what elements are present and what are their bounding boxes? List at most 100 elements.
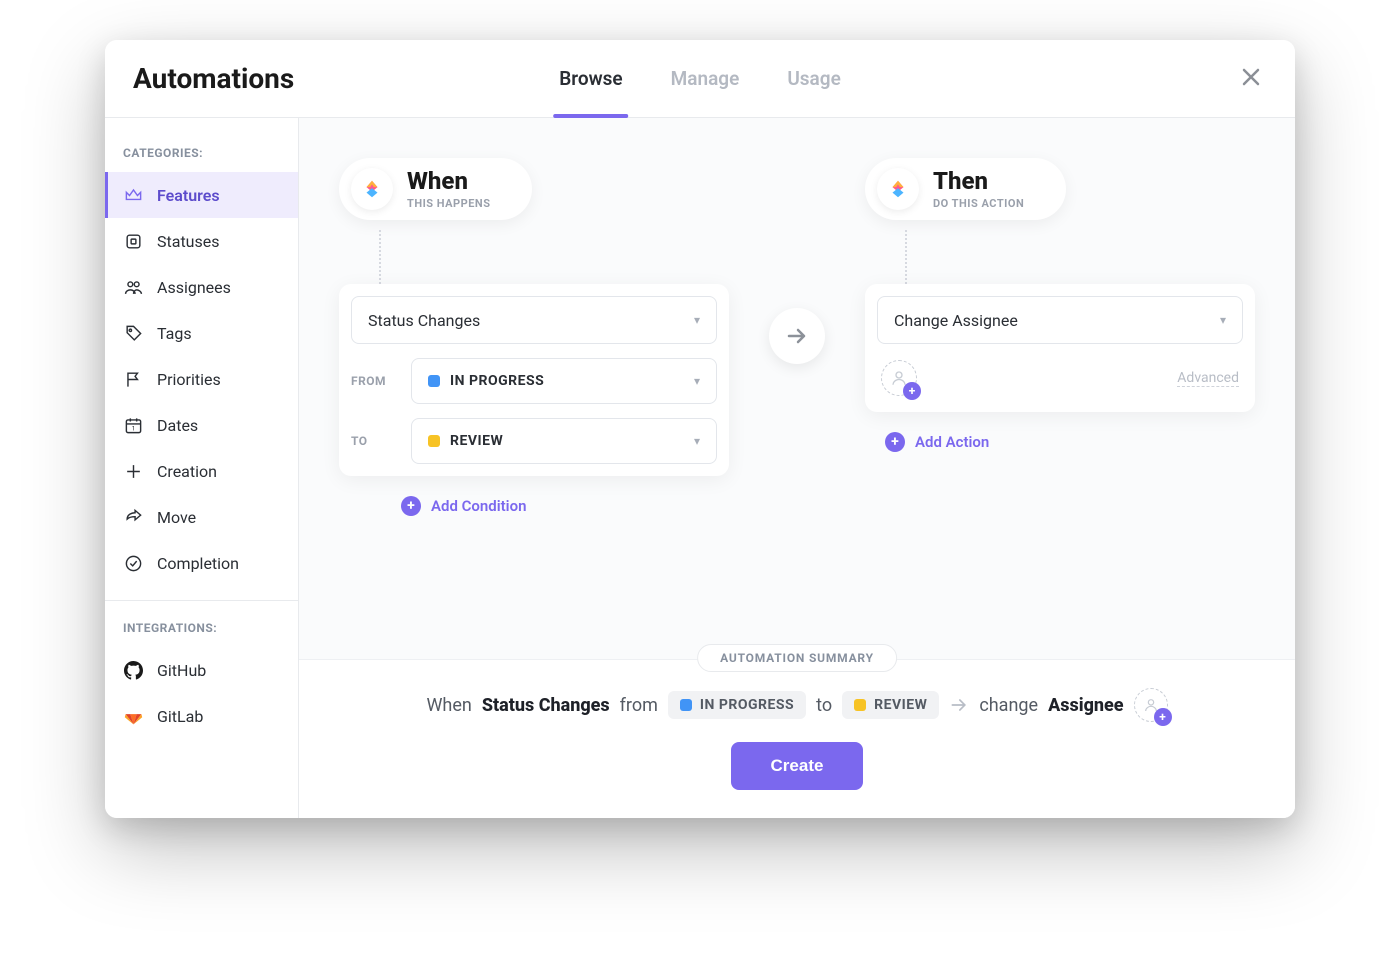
summary-from-word: from bbox=[620, 695, 658, 716]
categories-heading: CATEGORIES: bbox=[105, 136, 298, 172]
share-icon bbox=[123, 507, 143, 527]
summary-from-chip: IN PROGRESS bbox=[668, 691, 806, 719]
sidebar-item-label: Completion bbox=[157, 554, 239, 573]
sidebar-item-tags[interactable]: Tags bbox=[105, 310, 298, 356]
from-status-name: IN PROGRESS bbox=[450, 373, 544, 389]
status-dot bbox=[428, 435, 440, 447]
summary-sentence: When Status Changes from IN PROGRESS to … bbox=[329, 688, 1265, 722]
action-select[interactable]: Change Assignee ▾ bbox=[877, 296, 1243, 344]
plus-circle-icon: + bbox=[885, 432, 905, 452]
summary-heading: AUTOMATION SUMMARY bbox=[697, 644, 897, 672]
sidebar-item-label: Priorities bbox=[157, 370, 221, 389]
close-button[interactable] bbox=[1235, 61, 1267, 97]
summary-footer: AUTOMATION SUMMARY When Status Changes f… bbox=[299, 659, 1295, 818]
sidebar-item-label: Tags bbox=[157, 324, 192, 343]
from-status-chip: IN PROGRESS bbox=[428, 373, 544, 389]
tab-usage[interactable]: Usage bbox=[787, 40, 840, 117]
create-button[interactable]: Create bbox=[731, 742, 864, 790]
builder-area: When THIS HAPPENS Status Changes ▾ FROM bbox=[299, 118, 1295, 659]
then-title: Then bbox=[933, 169, 1024, 193]
add-action-label: Add Action bbox=[915, 433, 989, 451]
summary-from-name: IN PROGRESS bbox=[700, 697, 794, 713]
to-status-name: REVIEW bbox=[450, 433, 503, 449]
add-action-button[interactable]: + Add Action bbox=[885, 432, 989, 452]
plus-badge-icon: + bbox=[903, 382, 921, 400]
calendar-icon: 1 bbox=[123, 415, 143, 435]
assignee-row: + Advanced bbox=[877, 360, 1243, 400]
sidebar: CATEGORIES: Features Statuses Assignees … bbox=[105, 118, 299, 818]
sidebar-item-label: Dates bbox=[157, 416, 198, 435]
summary-when-word: When bbox=[426, 695, 471, 716]
sidebar-item-label: GitLab bbox=[157, 707, 203, 726]
status-dot bbox=[854, 699, 866, 711]
plus-circle-icon: + bbox=[401, 496, 421, 516]
tab-browse[interactable]: Browse bbox=[559, 40, 622, 117]
sidebar-item-priorities[interactable]: Priorities bbox=[105, 356, 298, 402]
sidebar-item-creation[interactable]: Creation bbox=[105, 448, 298, 494]
close-icon bbox=[1241, 67, 1261, 87]
sidebar-divider bbox=[105, 600, 298, 601]
sidebar-item-assignees[interactable]: Assignees bbox=[105, 264, 298, 310]
from-label: FROM bbox=[351, 374, 399, 388]
flow-arrow bbox=[769, 308, 825, 364]
people-icon bbox=[123, 277, 143, 297]
then-column: Then DO THIS ACTION Change Assignee ▾ bbox=[865, 158, 1255, 452]
summary-trigger augger: Status Changes bbox=[482, 695, 610, 716]
sidebar-item-label: Assignees bbox=[157, 278, 231, 297]
when-title: When bbox=[407, 169, 490, 193]
sidebar-item-completion[interactable]: Completion bbox=[105, 540, 298, 586]
add-assignee-button[interactable]: + bbox=[881, 360, 917, 396]
sidebar-item-features[interactable]: Features bbox=[105, 172, 298, 218]
chevron-down-icon: ▾ bbox=[694, 313, 700, 327]
svg-text:1: 1 bbox=[131, 424, 135, 432]
arrow-right-icon bbox=[785, 324, 809, 348]
sidebar-item-statuses[interactable]: Statuses bbox=[105, 218, 298, 264]
from-status-select[interactable]: IN PROGRESS ▾ bbox=[411, 358, 717, 404]
chevron-down-icon: ▾ bbox=[694, 434, 700, 448]
add-condition-button[interactable]: + Add Condition bbox=[401, 496, 526, 516]
sidebar-item-label: Creation bbox=[157, 462, 217, 481]
gitlab-icon bbox=[123, 706, 143, 726]
when-column: When THIS HAPPENS Status Changes ▾ FROM bbox=[339, 158, 729, 516]
square-icon bbox=[123, 231, 143, 251]
github-icon bbox=[123, 660, 143, 680]
sidebar-item-label: Features bbox=[157, 186, 220, 205]
automations-modal: Automations Browse Manage Usage CATEGORI… bbox=[105, 40, 1295, 818]
action-value: Change Assignee bbox=[894, 311, 1018, 330]
modal-body: CATEGORIES: Features Statuses Assignees … bbox=[105, 118, 1295, 818]
summary-assignee-placeholder[interactable]: + bbox=[1134, 688, 1168, 722]
connector-line bbox=[379, 230, 381, 284]
flag-icon bbox=[123, 369, 143, 389]
sidebar-item-dates[interactable]: 1 Dates bbox=[105, 402, 298, 448]
then-header: Then DO THIS ACTION bbox=[865, 158, 1066, 220]
when-subtitle: THIS HAPPENS bbox=[407, 197, 490, 210]
arrow-right-icon bbox=[949, 695, 969, 715]
crown-icon bbox=[123, 185, 143, 205]
to-label: TO bbox=[351, 434, 399, 448]
plus-icon bbox=[123, 461, 143, 481]
summary-change-word: change bbox=[979, 695, 1038, 716]
advanced-link[interactable]: Advanced bbox=[1177, 370, 1239, 387]
page-title: Automations bbox=[105, 62, 294, 95]
check-circle-icon bbox=[123, 553, 143, 573]
brand-logo-icon bbox=[877, 168, 919, 210]
trigger-select[interactable]: Status Changes ▾ bbox=[351, 296, 717, 344]
summary-to-word: to bbox=[816, 695, 832, 716]
chevron-down-icon: ▾ bbox=[1220, 313, 1226, 327]
builder-canvas: When THIS HAPPENS Status Changes ▾ FROM bbox=[299, 118, 1295, 818]
tag-icon bbox=[123, 323, 143, 343]
chevron-down-icon: ▾ bbox=[694, 374, 700, 388]
sidebar-item-label: GitHub bbox=[157, 661, 206, 680]
to-status-select[interactable]: REVIEW ▾ bbox=[411, 418, 717, 464]
status-dot bbox=[680, 699, 692, 711]
status-dot bbox=[428, 375, 440, 387]
sidebar-item-label: Statuses bbox=[157, 232, 220, 251]
summary-to-chip: REVIEW bbox=[842, 691, 939, 719]
sidebar-item-github[interactable]: GitHub bbox=[105, 647, 298, 693]
to-row: TO REVIEW ▾ bbox=[351, 418, 717, 464]
sidebar-item-move[interactable]: Move bbox=[105, 494, 298, 540]
tab-manage[interactable]: Manage bbox=[671, 40, 740, 117]
sidebar-item-gitlab[interactable]: GitLab bbox=[105, 693, 298, 739]
modal-header: Automations Browse Manage Usage bbox=[105, 40, 1295, 118]
trigger-value: Status Changes bbox=[368, 311, 480, 330]
